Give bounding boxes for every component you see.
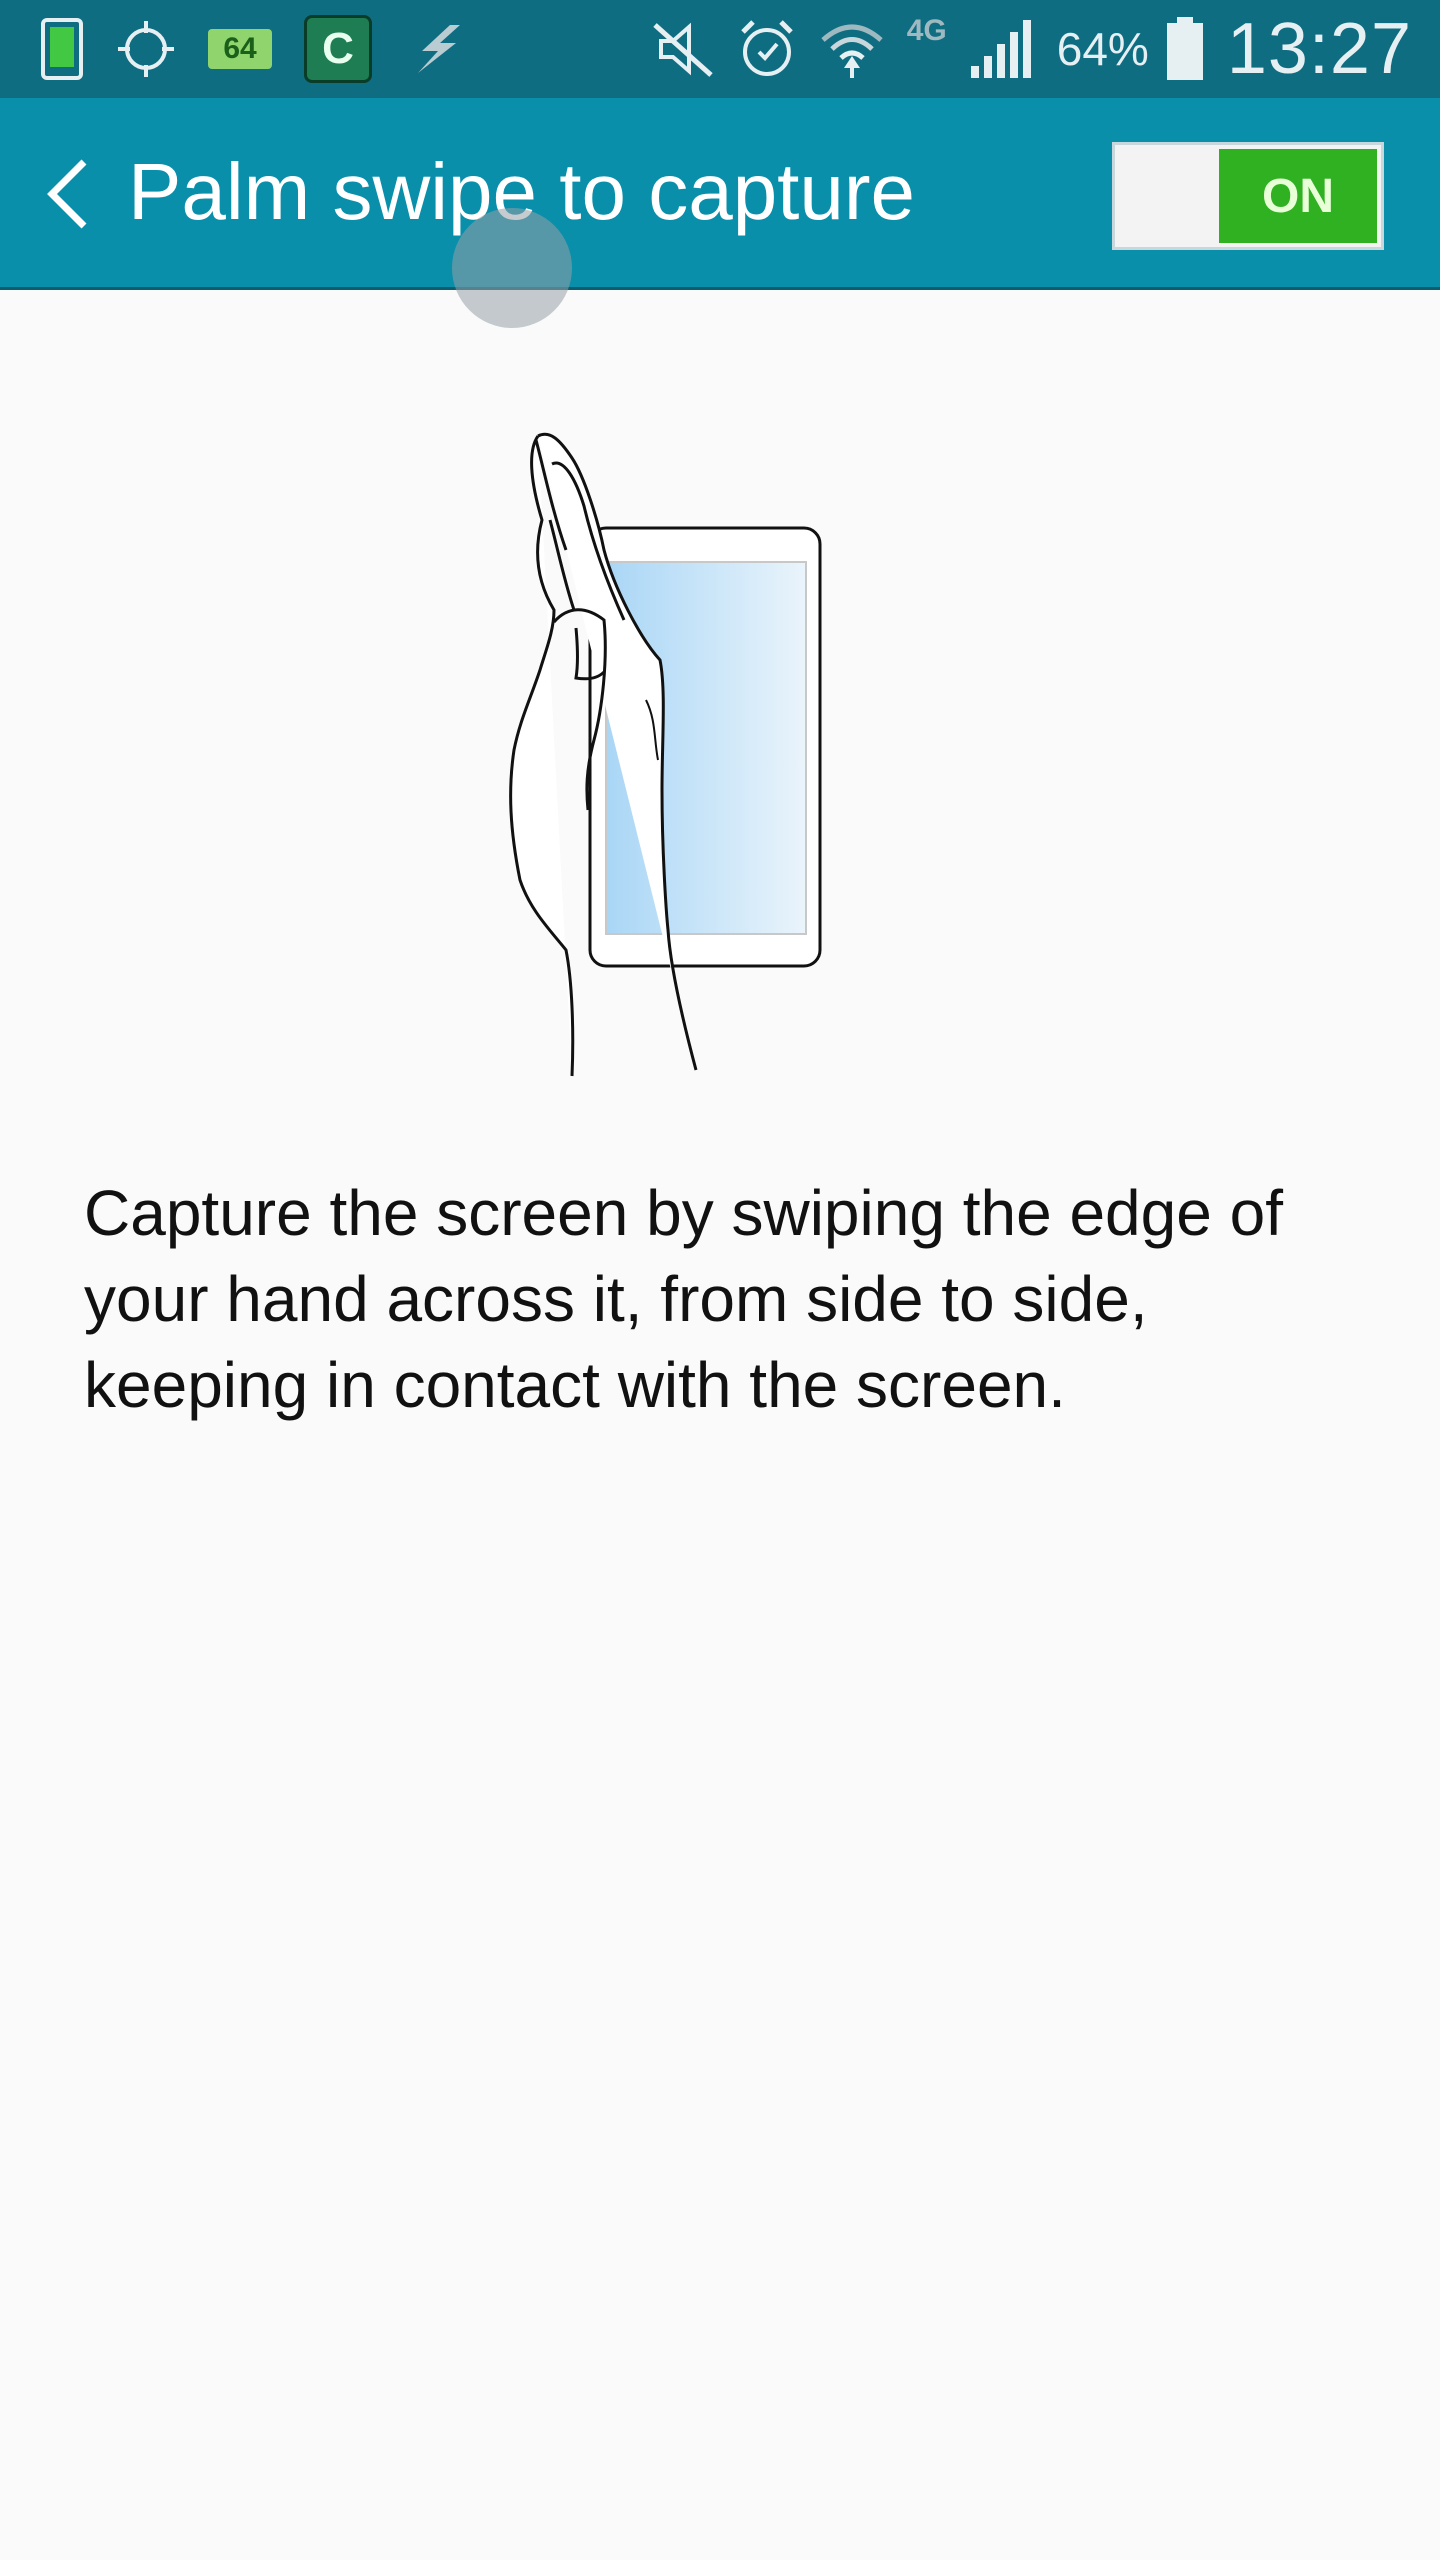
toggle-on-label: ON bbox=[1219, 149, 1377, 243]
gps-icon bbox=[116, 19, 176, 79]
wifi-icon bbox=[819, 16, 885, 82]
network-label: 4G bbox=[906, 14, 947, 47]
phone-icon bbox=[40, 17, 84, 81]
system-icons: 4G 64% 13:27 bbox=[651, 0, 1412, 98]
action-bar: Palm swipe to capture ON bbox=[0, 98, 1440, 290]
back-button[interactable] bbox=[28, 148, 108, 240]
badge-64-label: 64 bbox=[208, 29, 272, 69]
alarm-icon bbox=[737, 18, 797, 80]
feature-toggle[interactable]: ON bbox=[1112, 142, 1384, 250]
chevron-left-icon bbox=[47, 159, 87, 229]
mute-icon bbox=[651, 19, 715, 79]
c-app-icon: C bbox=[304, 15, 372, 83]
status-bar: 64 C 4G 64% 13:27 bbox=[0, 0, 1440, 98]
description-text: Capture the screen by swiping the edge o… bbox=[84, 1177, 1283, 1421]
notification-icons: 64 C bbox=[40, 0, 500, 98]
badge-64-icon: 64 bbox=[208, 29, 272, 69]
hand-swiping-phone-illustration bbox=[480, 410, 880, 1090]
battery-icon bbox=[1165, 16, 1205, 82]
signal-icon bbox=[969, 18, 1035, 80]
battery-percent: 64% bbox=[1056, 23, 1149, 75]
flash-icon bbox=[404, 21, 468, 77]
c-app-label: C bbox=[304, 15, 372, 83]
touch-indicator bbox=[452, 208, 572, 328]
4g-lte-icon: 4G bbox=[907, 14, 947, 48]
clock: 13:27 bbox=[1226, 9, 1412, 89]
